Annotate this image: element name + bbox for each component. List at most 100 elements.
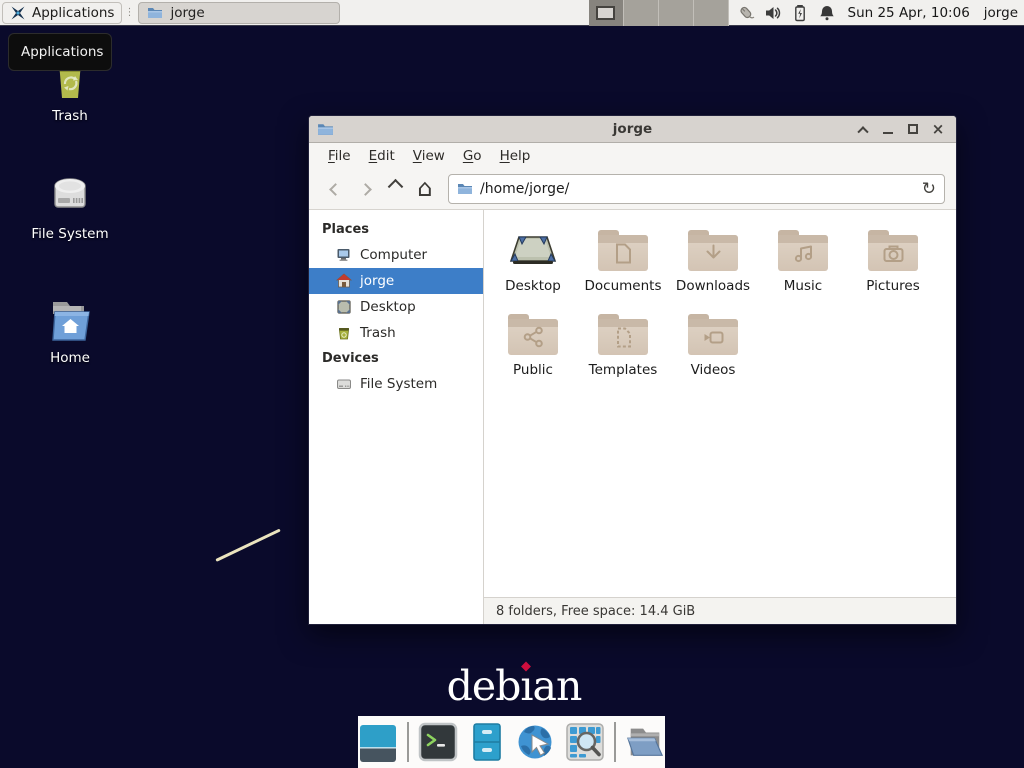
workspace-window-thumb — [596, 6, 615, 20]
dock-folder-icon[interactable] — [625, 722, 665, 762]
menu-file[interactable]: File — [319, 145, 360, 167]
file-manager-window: jorge × File Edit View Go Help ⌂ /home/j… — [308, 115, 957, 625]
maximize-button[interactable] — [905, 121, 921, 137]
close-button[interactable]: × — [930, 121, 946, 137]
folder-item-pictures[interactable]: Pictures — [848, 219, 938, 303]
debian-logo: debıan — [424, 662, 604, 710]
window-titlebar[interactable]: jorge × — [309, 116, 956, 143]
sidebar-item-jorge[interactable]: jorge — [309, 268, 483, 294]
taskbar-window-button[interactable]: jorge — [138, 2, 340, 24]
workspace-2[interactable] — [624, 0, 659, 26]
sidebar: Places Computer jorge Desktop Trash Devices Fi… — [309, 210, 484, 624]
sidebar-item-label: jorge — [360, 273, 394, 289]
path-text[interactable]: /home/jorge/ — [480, 181, 922, 197]
back-button[interactable] — [320, 175, 350, 203]
up-button[interactable] — [380, 175, 410, 203]
desktop-icon-home[interactable]: Home — [15, 296, 125, 366]
folder-item-downloads[interactable]: Downloads — [668, 219, 758, 303]
wallpaper-line-artifact — [215, 529, 280, 562]
desktop-icon-label: Home — [15, 350, 125, 366]
download-folder-icon — [688, 219, 738, 271]
document-folder-icon — [598, 219, 648, 271]
sidebar-devices-header: Devices — [309, 346, 483, 371]
panel-grip[interactable]: ⋮ — [124, 7, 134, 18]
dock-separator — [407, 722, 409, 762]
dock-separator — [614, 722, 616, 762]
sidebar-item-file-system[interactable]: File System — [309, 371, 483, 397]
trash-icon — [336, 325, 352, 341]
home-button[interactable]: ⌂ — [410, 175, 440, 203]
home-icon — [336, 273, 352, 289]
menu-go[interactable]: Go — [454, 145, 491, 167]
system-tray — [737, 4, 836, 22]
folder-item-documents[interactable]: Documents — [578, 219, 668, 303]
forward-button[interactable] — [350, 175, 380, 203]
drive-icon — [336, 376, 352, 392]
folder-item-public[interactable]: Public — [488, 303, 578, 387]
volume-icon[interactable] — [764, 4, 782, 22]
panel-clock[interactable]: Sun 25 Apr, 10:06 — [848, 5, 970, 21]
dock — [358, 716, 665, 768]
notifications-icon[interactable] — [818, 4, 836, 22]
folder-item-desktop[interactable]: Desktop — [488, 219, 578, 303]
xfce-logo-icon — [10, 5, 26, 21]
menu-help[interactable]: Help — [491, 145, 540, 167]
up-icon — [387, 178, 403, 194]
status-bar: 8 folders, Free space: 14.4 GiB — [484, 597, 956, 624]
minimize-button[interactable] — [880, 121, 896, 137]
dock-show-desktop-icon[interactable] — [358, 722, 398, 762]
sidebar-item-label: Computer — [360, 247, 427, 263]
dock-web-browser-icon[interactable] — [516, 722, 556, 762]
folder-label: Downloads — [676, 278, 750, 294]
sidebar-item-label: Trash — [360, 325, 396, 341]
menu-bar: File Edit View Go Help — [309, 143, 956, 169]
forward-icon — [359, 183, 372, 196]
location-bar[interactable]: /home/jorge/ ↻ — [448, 174, 945, 204]
folder-item-videos[interactable]: Videos — [668, 303, 758, 387]
dock-app-finder-icon[interactable] — [565, 722, 605, 762]
folder-label: Documents — [585, 278, 662, 294]
sidebar-item-computer[interactable]: Computer — [309, 242, 483, 268]
back-icon — [329, 183, 342, 196]
menu-edit[interactable]: Edit — [360, 145, 404, 167]
sidebar-item-label: File System — [360, 376, 437, 392]
menu-view[interactable]: View — [404, 145, 454, 167]
sidebar-places-header: Places — [309, 217, 483, 242]
folder-label: Desktop — [505, 278, 561, 294]
applications-menu-label: Applications — [32, 5, 114, 21]
dock-file-manager-icon[interactable] — [467, 722, 507, 762]
folder-icon — [147, 5, 163, 21]
camera-folder-icon — [868, 219, 918, 271]
workspace-pager[interactable] — [589, 0, 729, 26]
panel-username[interactable]: jorge — [984, 5, 1018, 21]
folder-item-music[interactable]: Music — [758, 219, 848, 303]
sidebar-item-desktop[interactable]: Desktop — [309, 294, 483, 320]
dock-terminal-icon[interactable] — [418, 722, 458, 762]
computer-icon — [336, 247, 352, 263]
desktop-icon-label: File System — [15, 226, 125, 242]
applications-menu-button[interactable]: Applications — [2, 2, 122, 24]
share-folder-icon — [508, 303, 558, 355]
folder-label: Pictures — [866, 278, 919, 294]
music-folder-icon — [778, 219, 828, 271]
folder-label: Videos — [691, 362, 736, 378]
video-folder-icon — [688, 303, 738, 355]
status-text: 8 folders, Free space: 14.4 GiB — [496, 604, 695, 619]
file-grid: Desktop Documents Downloads Music Pictures Pu… — [484, 210, 956, 597]
battery-icon[interactable] — [791, 4, 809, 22]
workspace-1[interactable] — [589, 0, 624, 26]
sidebar-item-label: Desktop — [360, 299, 416, 315]
taskbar-window-label: jorge — [170, 5, 204, 21]
home-icon — [15, 296, 125, 346]
reload-icon[interactable]: ↻ — [922, 181, 936, 198]
desktop-icon-label: Trash — [15, 108, 125, 124]
input-device-icon[interactable] — [737, 4, 755, 22]
workspace-4[interactable] — [694, 0, 729, 26]
desktop-icon-filesystem[interactable]: File System — [15, 172, 125, 242]
sidebar-item-trash[interactable]: Trash — [309, 320, 483, 346]
folder-item-templates[interactable]: Templates — [578, 303, 668, 387]
shade-button[interactable] — [855, 121, 871, 137]
applications-tooltip: Applications — [8, 33, 112, 71]
filesystem-icon — [15, 172, 125, 222]
workspace-3[interactable] — [659, 0, 694, 26]
